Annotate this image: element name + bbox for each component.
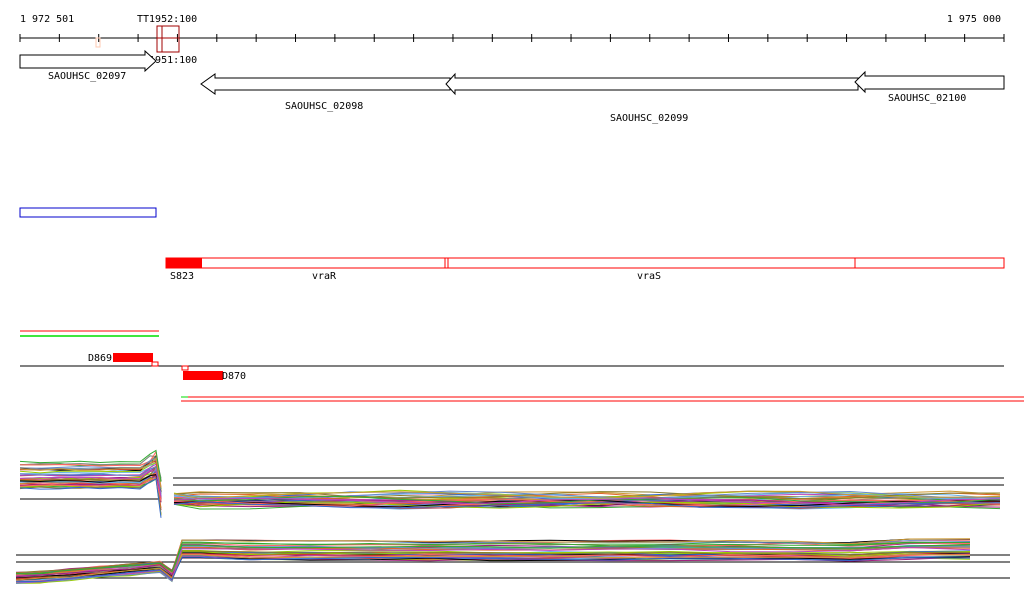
transcript-label: D870 [222,371,246,382]
operon-start-label: S823 [170,271,194,282]
marker-label-top: TT1952:100 [137,14,197,25]
gene-SAOUHSC_02098[interactable]: SAOUHSC_02098 [200,73,451,112]
coordinate-ruler[interactable]: 1 972 501 1 975 000 TT1952:100 TT1951:10… [19,14,1005,66]
transcript-D869[interactable]: D869 [88,353,159,367]
gene-label: SAOUHSC_02097 [48,71,126,82]
gene-SAOUHSC_02099[interactable]: SAOUHSC_02099 [445,72,859,124]
operon-gene-label: vraS [637,271,661,282]
transcript-label: D869 [88,353,112,364]
gene-SAOUHSC_02100[interactable]: SAOUHSC_02100 [854,70,1005,104]
genome-browser-canvas[interactable]: 1 972 501 1 975 000 TT1952:100 TT1951:10… [0,0,1024,611]
gene-label: SAOUHSC_02099 [610,113,688,124]
operon-track[interactable]: S823 vraR vraS [165,257,1005,282]
expression-tracks[interactable] [15,449,1010,584]
ruler-end-label: 1 975 000 [947,14,1001,25]
gene-label: SAOUHSC_02100 [888,93,966,104]
transcript-D870[interactable]: D870 [181,365,246,382]
ruler-start-label: 1 972 501 [20,14,74,25]
operon-gene-label: vraR [312,271,337,282]
gene-SAOUHSC_02097[interactable]: SAOUHSC_02097 [19,49,157,82]
operon-start-block [166,258,202,268]
position-marker [95,37,101,48]
gene-label: SAOUHSC_02098 [285,101,363,112]
region-box[interactable] [19,207,157,218]
